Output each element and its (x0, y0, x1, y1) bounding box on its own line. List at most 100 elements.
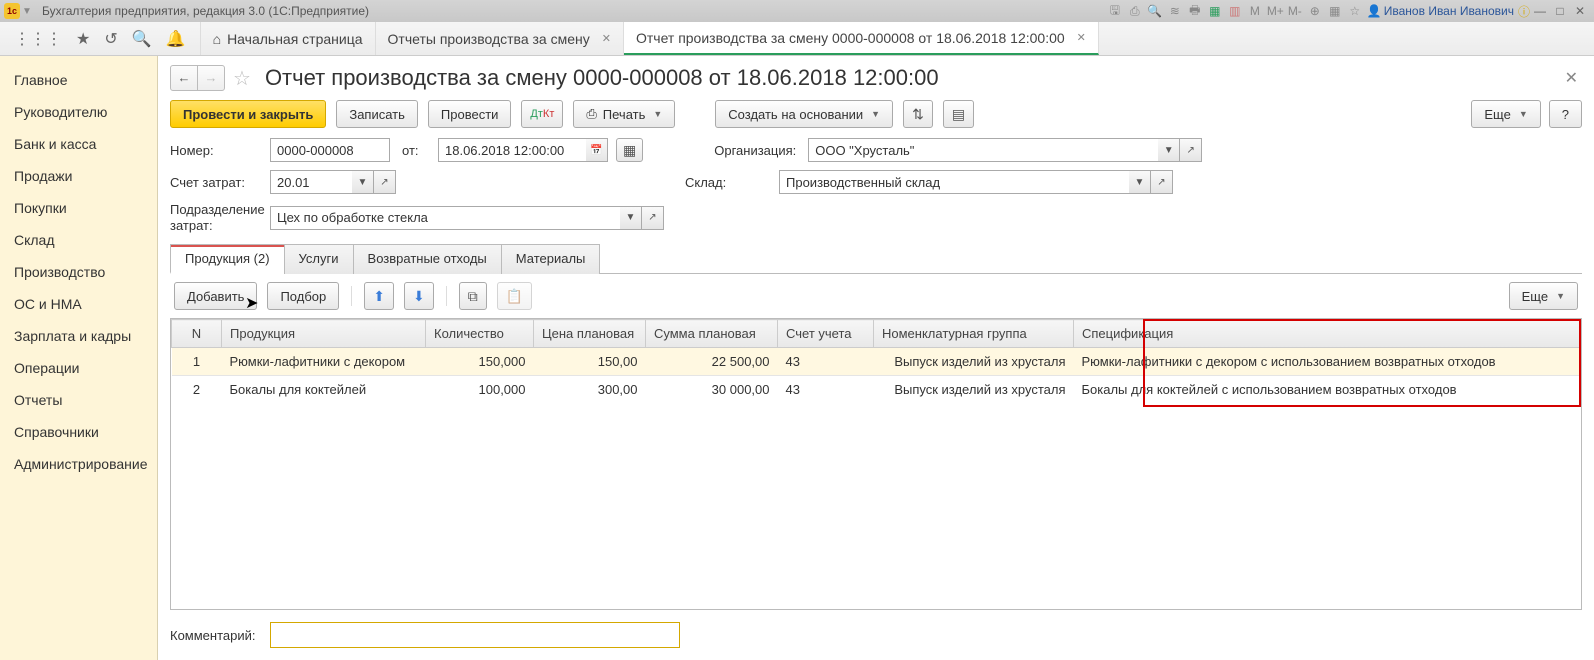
compare-icon[interactable]: ≋ (1167, 4, 1183, 18)
calendar-icon[interactable]: ▦ (1207, 4, 1223, 18)
open-button[interactable]: ↗ (374, 170, 396, 194)
dropdown-button[interactable]: ▼ (620, 206, 642, 230)
help-button[interactable]: ? (1549, 100, 1582, 128)
star-icon[interactable]: ☆ (1347, 4, 1363, 18)
sidebar-item-operations[interactable]: Операции (0, 352, 157, 384)
sidebar-item-purchases[interactable]: Покупки (0, 192, 157, 224)
dtct-icon: ДтКт (530, 108, 554, 120)
favorites-icon[interactable]: ★ (76, 29, 90, 49)
table-more-button[interactable]: Еще▼ (1509, 282, 1578, 310)
search-icon[interactable]: 🔍 (132, 29, 152, 49)
date-field[interactable]: 18.06.2018 12:00:00 (438, 138, 586, 162)
sidebar-item-admin[interactable]: Администрирование (0, 448, 157, 480)
subtab-services[interactable]: Услуги (284, 244, 354, 274)
write-button[interactable]: Записать (336, 100, 418, 128)
add-row-button[interactable]: Добавить ➤ (174, 282, 257, 310)
print-button[interactable]: ⎙Печать▼ (573, 100, 675, 128)
close-icon[interactable]: ✕ (602, 32, 611, 45)
paste-button[interactable]: 📋 (497, 282, 532, 310)
col-spec[interactable]: Спецификация (1074, 320, 1581, 348)
dropdown-button[interactable]: ▼ (1129, 170, 1151, 194)
open-button[interactable]: ↗ (1180, 138, 1202, 162)
table-row[interactable]: 1 Рюмки-лафитники с декором 150,000 150,… (172, 348, 1581, 376)
dropdown-button[interactable]: ▼ (1158, 138, 1180, 162)
save-icon[interactable]: 🖫 (1107, 1, 1123, 22)
attach-button[interactable]: ▤ (943, 100, 974, 128)
subtab-materials[interactable]: Материалы (501, 244, 601, 274)
open-button[interactable]: ↗ (1151, 170, 1173, 194)
app-menu-dropdown[interactable]: ▼ (22, 6, 34, 17)
close-page-button[interactable]: ✕ (1561, 64, 1582, 92)
post-button[interactable]: Провести (428, 100, 512, 128)
tab-reports-list[interactable]: Отчеты производства за смену✕ (376, 22, 624, 55)
move-down-button[interactable]: ⬇ (404, 282, 434, 310)
minimize-button[interactable]: — (1530, 4, 1550, 18)
history-icon[interactable]: ↺ (104, 29, 117, 49)
nav-back-button[interactable]: ← (170, 65, 198, 91)
table-header-row: N Продукция Количество Цена плановая Сум… (172, 320, 1581, 348)
calendar-nav-button[interactable]: ▦ (616, 138, 643, 162)
dept-field[interactable]: Цех по обработке стекла (270, 206, 620, 230)
org-field[interactable]: ООО "Хрусталь" (808, 138, 1158, 162)
sidebar-item-payroll[interactable]: Зарплата и кадры (0, 320, 157, 352)
grid-icon[interactable]: ▦ (1327, 4, 1343, 18)
sidebar-item-catalogs[interactable]: Справочники (0, 416, 157, 448)
m-minus-icon[interactable]: M- (1287, 4, 1303, 18)
nav-forward-button[interactable]: → (197, 65, 225, 91)
calendar-button[interactable]: 📅 (586, 138, 608, 162)
m-icon[interactable]: M (1247, 4, 1263, 18)
create-based-button[interactable]: Создать на основании▼ (715, 100, 893, 128)
m-plus-icon[interactable]: M+ (1267, 4, 1283, 18)
zoom-in-icon[interactable]: ⊕ (1307, 4, 1323, 18)
move-up-button[interactable]: ⬆ (364, 282, 394, 310)
sidebar-item-sales[interactable]: Продажи (0, 160, 157, 192)
open-button[interactable]: ↗ (642, 206, 664, 230)
bell-icon[interactable]: 🔔 (166, 29, 186, 49)
sidebar-item-main[interactable]: Главное (0, 64, 157, 96)
col-product[interactable]: Продукция (222, 320, 426, 348)
close-button[interactable]: ✕ (1570, 4, 1590, 18)
top-tabs-bar: ⋮⋮⋮ ★ ↺ 🔍 🔔 ⌂Начальная страница Отчеты п… (0, 22, 1594, 56)
more-button[interactable]: Еще▼ (1471, 100, 1540, 128)
printer2-icon[interactable]: 🖶 (1187, 1, 1203, 22)
tab-current-doc[interactable]: Отчет производства за смену 0000-000008 … (624, 22, 1099, 55)
col-qty[interactable]: Количество (426, 320, 534, 348)
sidebar-item-warehouse[interactable]: Склад (0, 224, 157, 256)
col-group[interactable]: Номенклатурная группа (874, 320, 1074, 348)
copy-button[interactable]: ⧉ (459, 282, 487, 310)
favorite-star-icon[interactable]: ☆ (233, 66, 251, 91)
print-icon[interactable]: ⎙ (1127, 4, 1143, 19)
paste-icon: 📋 (506, 288, 523, 305)
table-row[interactable]: 2 Бокалы для коктейлей 100,000 300,00 30… (172, 376, 1581, 404)
sidebar-item-manager[interactable]: Руководителю (0, 96, 157, 128)
tab-home[interactable]: ⌂Начальная страница (201, 22, 376, 55)
col-acct[interactable]: Счет учета (778, 320, 874, 348)
structure-button[interactable]: ⇅ (903, 100, 933, 128)
col-sum[interactable]: Сумма плановая (646, 320, 778, 348)
post-and-close-button[interactable]: Провести и закрыть (170, 100, 326, 128)
dtct-button[interactable]: ДтКт (521, 100, 563, 128)
sidebar-item-production[interactable]: Производство (0, 256, 157, 288)
number-field[interactable]: 0000-000008 (270, 138, 390, 162)
acct-label: Счет затрат: (170, 175, 262, 190)
apps-icon[interactable]: ⋮⋮⋮ (14, 29, 62, 49)
current-user[interactable]: 👤Иванов Иван Иванович (1367, 4, 1514, 18)
pick-button[interactable]: Подбор (267, 282, 339, 310)
info-icon[interactable]: ⓘ (1518, 3, 1530, 20)
col-n[interactable]: N (172, 320, 222, 348)
calc-icon[interactable]: ▥ (1227, 4, 1243, 18)
acct-field[interactable]: 20.01 (270, 170, 352, 194)
preview-icon[interactable]: 🔍 (1147, 4, 1163, 18)
sidebar-item-bank[interactable]: Банк и касса (0, 128, 157, 160)
subtab-returns[interactable]: Возвратные отходы (353, 244, 502, 274)
comment-field[interactable] (270, 622, 680, 648)
maximize-button[interactable]: □ (1550, 4, 1570, 18)
content: ← → ☆ Отчет производства за смену 0000-0… (158, 56, 1594, 660)
sidebar-item-reports[interactable]: Отчеты (0, 384, 157, 416)
col-price[interactable]: Цена плановая (534, 320, 646, 348)
sidebar-item-assets[interactable]: ОС и НМА (0, 288, 157, 320)
close-icon[interactable]: ✕ (1077, 31, 1086, 44)
subtab-products[interactable]: Продукция (2) (170, 244, 285, 274)
wh-field[interactable]: Производственный склад (779, 170, 1129, 194)
dropdown-button[interactable]: ▼ (352, 170, 374, 194)
